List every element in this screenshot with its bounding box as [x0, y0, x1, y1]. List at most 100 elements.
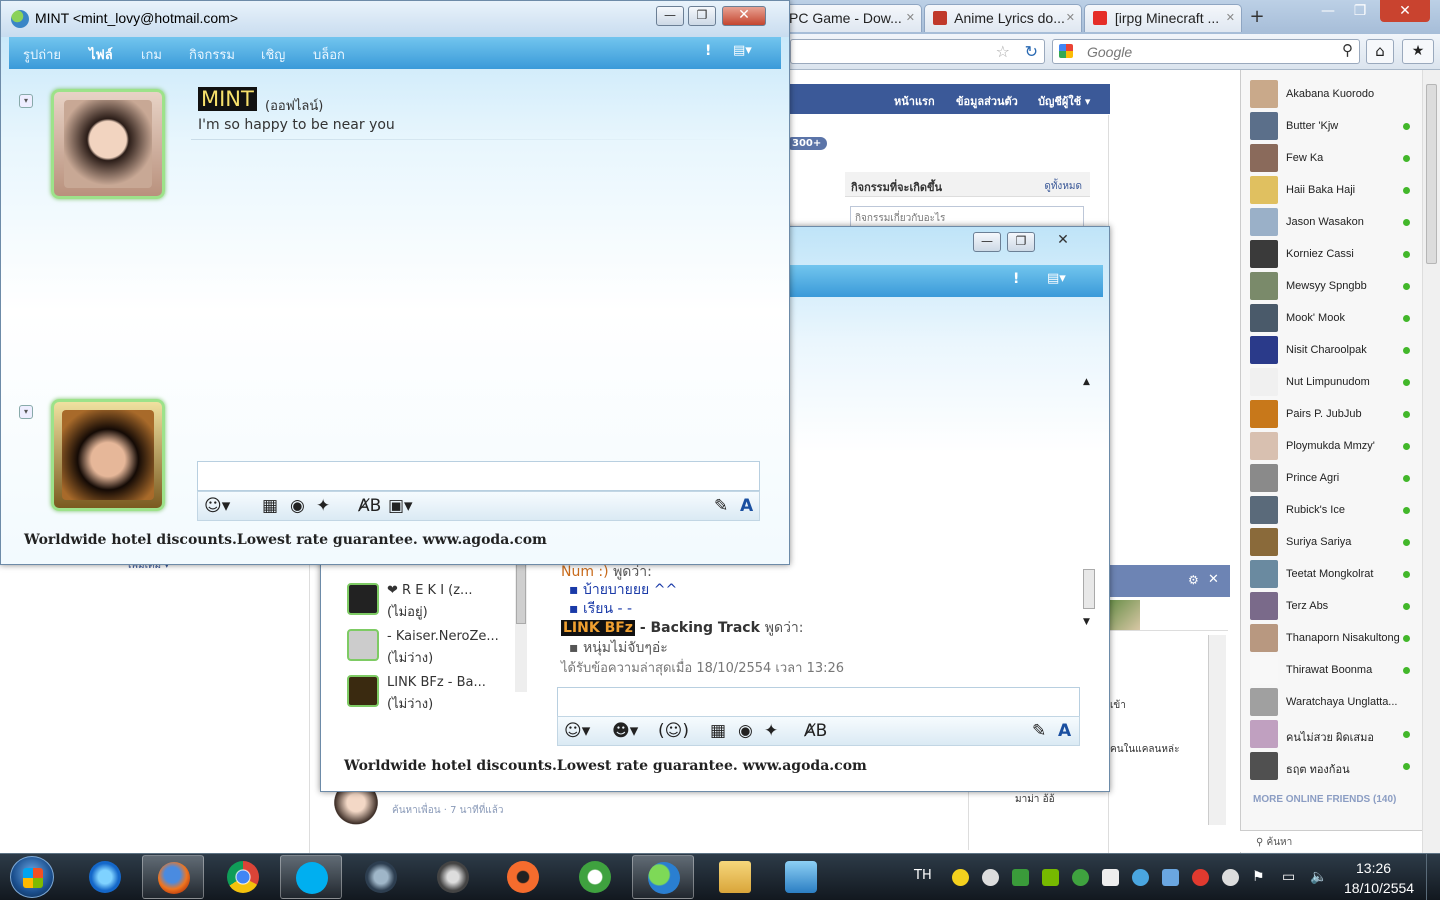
friends-scrollbar[interactable] — [1422, 70, 1440, 853]
tab-close-icon[interactable]: ✕ — [906, 11, 915, 24]
friend-item[interactable]: Few Ka — [1249, 144, 1417, 174]
nav-block[interactable]: บล็อก — [313, 44, 345, 65]
tray-icon[interactable] — [952, 869, 969, 886]
contact-list-item[interactable]: LINK BFz - Ba... (ไม่ว่าง) — [347, 675, 522, 715]
fb-nav-account[interactable]: บัญชีผู้ใช้ ▾ — [1038, 92, 1090, 110]
flag-icon[interactable]: ⚑ — [1252, 869, 1269, 886]
language-indicator[interactable]: TH — [914, 868, 932, 883]
chevron-down-icon[interactable]: ▾ — [19, 405, 33, 419]
chat-thumbnail[interactable] — [1110, 600, 1140, 630]
nav-activities[interactable]: กิจกรรม — [189, 44, 235, 65]
scrollbar-thumb[interactable] — [1083, 569, 1095, 609]
text-format-icon[interactable]: A — [740, 496, 753, 516]
close-icon[interactable]: ✕ — [1208, 572, 1219, 587]
nudge-icon[interactable]: (☺) — [658, 721, 689, 741]
browser-tab-irpg-minecraft[interactable]: [irpg Minecraft ... ✕ — [1084, 4, 1242, 32]
friend-item[interactable]: Teetat Mongkolrat — [1249, 560, 1417, 590]
taskbar-ie[interactable] — [74, 855, 136, 899]
scrollbar-thumb[interactable] — [516, 564, 526, 624]
scroll-up-icon[interactable]: ▲ — [1083, 377, 1090, 387]
friend-item[interactable]: Butter 'Kjw — [1249, 112, 1417, 142]
fb-nav-profile[interactable]: ข้อมูลส่วนตัว — [956, 92, 1018, 110]
scroll-down-icon[interactable]: ▼ — [1083, 617, 1090, 627]
wink-icon[interactable]: ☻▾ — [612, 721, 638, 741]
star-icon[interactable]: ☆ — [996, 42, 1010, 61]
friend-item[interactable]: Nisit Charoolpak — [1249, 336, 1417, 366]
gear-icon[interactable]: ⚙ — [1188, 573, 1199, 587]
more-online-friends-link[interactable]: MORE ONLINE FRIENDS (140) — [1253, 794, 1396, 805]
new-tab-button[interactable]: + — [1244, 6, 1270, 30]
events-input[interactable]: กิจกรรมเกี่ยวกับอะไร — [850, 206, 1084, 228]
browser-tab-pc-game[interactable]: PC Game - Dow... ✕ — [780, 4, 922, 32]
taskbar-origin[interactable] — [492, 855, 554, 899]
friend-item[interactable]: Prince Agri — [1249, 464, 1417, 494]
friend-item[interactable]: Waratchaya Unglatta... — [1249, 688, 1417, 718]
minimize-button[interactable]: — — [656, 6, 684, 26]
search-icon[interactable]: ⚲ — [1342, 41, 1353, 59]
browser-tab-anime-lyrics[interactable]: Anime Lyrics do... ✕ — [924, 4, 1082, 32]
maximize-button[interactable]: ❐ — [688, 6, 716, 26]
friend-item[interactable]: Haii Baka Haji — [1249, 176, 1417, 206]
friend-item[interactable]: Korniez Cassi — [1249, 240, 1417, 270]
ticker-item[interactable]: มาม่า อ้อ้ — [1015, 792, 1055, 807]
google-icon[interactable] — [1059, 44, 1073, 58]
notification-badge[interactable]: 300+ — [786, 137, 828, 150]
taskbar-firefox[interactable] — [142, 855, 204, 899]
tray-icon[interactable] — [1162, 869, 1179, 886]
friend-item[interactable]: Ploymukda Mmzy' — [1249, 432, 1417, 462]
text-format-icon[interactable]: A — [1058, 721, 1071, 741]
nav-files[interactable]: ไฟล์ — [89, 44, 113, 65]
minimize-button[interactable]: — — [973, 232, 1001, 252]
friend-item[interactable]: Terz Abs — [1249, 592, 1417, 622]
tray-icon[interactable] — [982, 869, 999, 886]
nav-games[interactable]: เกม — [141, 44, 162, 65]
browser-close-button[interactable]: ✕ — [1380, 0, 1430, 22]
reload-icon[interactable]: ↻ — [1025, 42, 1038, 61]
events-see-all-link[interactable]: ดูทั้งหมด — [1044, 179, 1082, 194]
friend-item[interactable]: Rubick's Ice — [1249, 496, 1417, 526]
taskbar-app-5[interactable] — [350, 855, 412, 899]
friend-item[interactable]: Thanaporn Nisakultong — [1249, 624, 1417, 654]
contact-list-item[interactable]: ❤ R E K I (z... (ไม่อยู่) — [347, 583, 522, 623]
tray-icon[interactable] — [1012, 869, 1029, 886]
taskbar-chrome[interactable] — [212, 855, 274, 899]
tray-icon[interactable] — [1192, 869, 1209, 886]
clock-date[interactable]: 18/10/2554 — [1344, 880, 1414, 896]
steam-tray-icon[interactable] — [1222, 869, 1239, 886]
tab-close-icon[interactable]: ✕ — [1066, 11, 1075, 24]
handwriting-icon[interactable]: ✎ — [1032, 721, 1046, 741]
my-avatar[interactable] — [51, 399, 165, 511]
friend-item[interactable]: Akabana Kuorodo — [1249, 80, 1417, 110]
background-icon[interactable]: ▦ — [710, 721, 726, 741]
friend-item[interactable]: Thirawat Boonma — [1249, 656, 1417, 686]
taskbar-skype[interactable] — [280, 855, 342, 899]
ticker-scrollbar[interactable] — [1208, 635, 1226, 825]
friend-item[interactable]: ธฤต ทองก้อน — [1249, 752, 1417, 782]
background-icon[interactable]: ▦ — [262, 496, 278, 516]
fb-chat-header[interactable]: ⚙ ✕ — [1110, 565, 1230, 597]
chat-search-input[interactable]: ⚲ ค้นหา — [1240, 830, 1422, 852]
chevron-down-icon[interactable]: ▾ — [19, 94, 33, 108]
voice-clip-icon[interactable]: ◉ — [290, 496, 305, 516]
taskbar-media[interactable] — [770, 855, 832, 899]
alert-icon[interactable]: ! — [1013, 271, 1019, 287]
nav-invite[interactable]: เชิญ — [261, 44, 285, 65]
maximize-button[interactable]: ❐ — [1007, 232, 1035, 252]
menu-icon[interactable]: ▤▾ — [733, 43, 752, 58]
handwriting-icon[interactable]: ✎ — [714, 496, 728, 516]
alert-icon[interactable]: ! — [705, 43, 711, 59]
advertisement-banner[interactable]: Worldwide hotel discounts.Lowest rate gu… — [24, 532, 547, 548]
friend-item[interactable]: คนไม่สวย ผิดเสมอ — [1249, 720, 1417, 750]
browser-minimize-button[interactable]: — — [1312, 0, 1344, 22]
font-icon[interactable]: ȺB — [358, 496, 381, 516]
ticker-item[interactable]: คนในแคลนหล่ะ — [1110, 742, 1179, 757]
friend-item[interactable]: Jason Wasakon — [1249, 208, 1417, 238]
message-input[interactable] — [557, 687, 1080, 717]
close-button[interactable]: ✕ — [722, 6, 766, 26]
friend-item[interactable]: Suriya Sariya — [1249, 528, 1417, 558]
advertisement-banner[interactable]: Worldwide hotel discounts.Lowest rate gu… — [344, 758, 867, 774]
home-icon[interactable]: ⌂ — [1366, 39, 1394, 64]
volume-icon[interactable]: 🔈 — [1310, 869, 1327, 886]
emoticon-icon[interactable]: ☺▾ — [564, 721, 590, 741]
friend-item[interactable]: Nut Limpunudom — [1249, 368, 1417, 398]
